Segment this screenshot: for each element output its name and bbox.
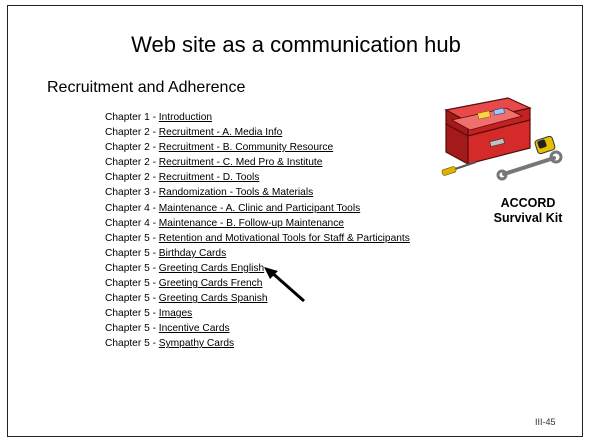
list-item: Chapter 5 - Incentive Cards xyxy=(105,321,410,336)
chapter-link[interactable]: Maintenance - B. Follow-up Maintenance xyxy=(159,218,344,229)
chapter-prefix: Chapter 5 - xyxy=(105,262,159,274)
kit-label-line2: Survival Kit xyxy=(493,211,563,225)
chapter-prefix: Chapter 3 - xyxy=(105,187,159,199)
list-item: Chapter 1 - Introduction xyxy=(105,110,410,125)
list-item: Chapter 5 - Sympathy Cards xyxy=(105,336,410,351)
list-item: Chapter 5 - Greeting Cards English xyxy=(105,261,410,276)
chapter-prefix: Chapter 2 - xyxy=(105,157,159,169)
list-item: Chapter 4 - Maintenance - A. Clinic and … xyxy=(105,201,410,216)
list-item: Chapter 2 - Recruitment - B. Community R… xyxy=(105,140,410,155)
kit-label: ACCORD Survival Kit xyxy=(478,196,578,226)
chapter-prefix: Chapter 5 - xyxy=(105,338,159,350)
chapter-prefix: Chapter 1 - xyxy=(105,112,159,123)
chapter-prefix: Chapter 5 - xyxy=(105,308,159,320)
chapter-link[interactable]: Sympathy Cards xyxy=(159,338,234,349)
chapter-link[interactable]: Greeting Cards Spanish xyxy=(159,293,268,304)
chapter-prefix: Chapter 2 - xyxy=(105,172,159,184)
list-item: Chapter 5 - Birthday Cards xyxy=(105,246,410,261)
chapter-link[interactable]: Retention and Motivational Tools for Sta… xyxy=(159,233,410,244)
list-item: Chapter 2 - Recruitment - C. Med Pro & I… xyxy=(105,155,410,170)
chapter-link[interactable]: Randomization - Tools & Materials xyxy=(159,187,313,198)
slide-title: Web site as a communication hub xyxy=(131,32,461,57)
chapter-link[interactable]: Maintenance - A. Clinic and Participant … xyxy=(159,203,360,214)
chapter-prefix: Chapter 5 - xyxy=(105,323,159,335)
list-item: Chapter 5 - Greeting Cards Spanish xyxy=(105,291,410,306)
arrow-pointer-icon xyxy=(264,267,305,303)
chapter-link[interactable]: Greeting Cards English xyxy=(159,263,264,274)
page-number: III-45 xyxy=(535,417,556,427)
chapter-prefix: Chapter 2 - xyxy=(105,127,159,139)
kit-label-line1: ACCORD xyxy=(500,196,556,210)
chapter-link[interactable]: Recruitment - D. Tools xyxy=(159,172,260,183)
list-item: Chapter 5 - Retention and Motivational T… xyxy=(105,231,410,246)
toolbox-icon xyxy=(441,97,563,181)
list-item: Chapter 4 - Maintenance - B. Follow-up M… xyxy=(105,216,410,231)
slide-subtitle: Recruitment and Adherence xyxy=(47,79,246,96)
chapter-link[interactable]: Incentive Cards xyxy=(159,323,230,334)
chapter-link[interactable]: Introduction xyxy=(159,112,212,123)
list-item: Chapter 5 - Images xyxy=(105,306,410,321)
chapter-link[interactable]: Greeting Cards French xyxy=(159,278,263,289)
chapter-prefix: Chapter 5 - xyxy=(105,278,159,290)
chapter-link[interactable]: Birthday Cards xyxy=(159,248,226,259)
chapter-prefix: Chapter 4 - xyxy=(105,202,159,214)
chapter-prefix: Chapter 2 - xyxy=(105,142,159,154)
chapter-prefix: Chapter 5 - xyxy=(105,293,159,305)
chapter-link[interactable]: Recruitment - C. Med Pro & Institute xyxy=(159,157,323,168)
chapter-list: Chapter 1 - Introduction Chapter 2 - Recr… xyxy=(105,110,410,352)
list-item: Chapter 5 - Greeting Cards French xyxy=(105,276,410,291)
chapter-prefix: Chapter 4 - xyxy=(105,217,159,229)
chapter-prefix: Chapter 5 - xyxy=(105,232,159,244)
chapter-prefix: Chapter 5 - xyxy=(105,247,159,259)
chapter-link[interactable]: Images xyxy=(159,308,192,319)
list-item: Chapter 2 - Recruitment - D. Tools xyxy=(105,170,410,185)
list-item: Chapter 2 - Recruitment - A. Media Info xyxy=(105,125,410,140)
chapter-link[interactable]: Recruitment - B. Community Resource xyxy=(159,142,333,153)
chapter-link[interactable]: Recruitment - A. Media Info xyxy=(159,127,282,138)
list-item: Chapter 3 - Randomization - Tools & Mate… xyxy=(105,185,410,200)
